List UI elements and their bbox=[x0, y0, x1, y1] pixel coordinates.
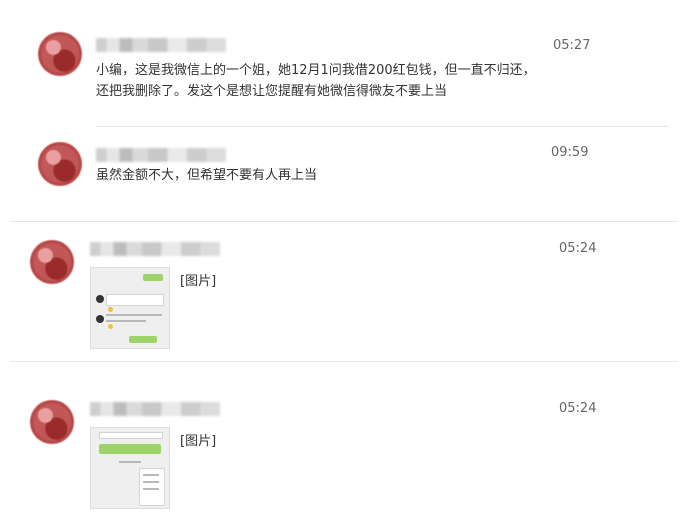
image-label: [图片] bbox=[180, 434, 217, 449]
sender-name-blurred bbox=[90, 242, 220, 256]
message-item: 05:24 [图片] bbox=[0, 222, 688, 362]
sender-name-blurred bbox=[96, 148, 226, 162]
avatar[interactable] bbox=[38, 142, 82, 186]
message-text: 虽然金额不大，但希望不要有人再上当 bbox=[96, 168, 318, 183]
image-thumbnail[interactable] bbox=[90, 427, 170, 509]
message-item: 05:24 [图片] bbox=[0, 382, 688, 530]
avatar[interactable] bbox=[38, 32, 82, 76]
message-time: 05:27 bbox=[553, 38, 591, 53]
image-thumbnail[interactable] bbox=[90, 267, 170, 349]
message-item: 09:59 虽然金额不大，但希望不要有人再上当 bbox=[0, 128, 688, 223]
sender-name-blurred bbox=[96, 38, 226, 52]
message-time: 05:24 bbox=[559, 401, 597, 416]
message-time: 09:59 bbox=[551, 145, 589, 160]
divider bbox=[10, 361, 678, 362]
message-text: 还把我删除了。发这个是想让您提醒有她微信得微友不要上当 bbox=[96, 84, 448, 99]
sender-name-blurred bbox=[90, 402, 220, 416]
message-text: 小编，这是我微信上的一个姐，她12月1问我借200红包钱，但一直不归还， bbox=[96, 63, 536, 78]
image-label: [图片] bbox=[180, 274, 217, 289]
avatar[interactable] bbox=[30, 400, 74, 444]
message-item: 05:27 小编，这是我微信上的一个姐，她12月1问我借200红包钱，但一直不归… bbox=[0, 0, 688, 128]
divider bbox=[96, 126, 668, 127]
avatar[interactable] bbox=[30, 240, 74, 284]
message-time: 05:24 bbox=[559, 241, 597, 256]
